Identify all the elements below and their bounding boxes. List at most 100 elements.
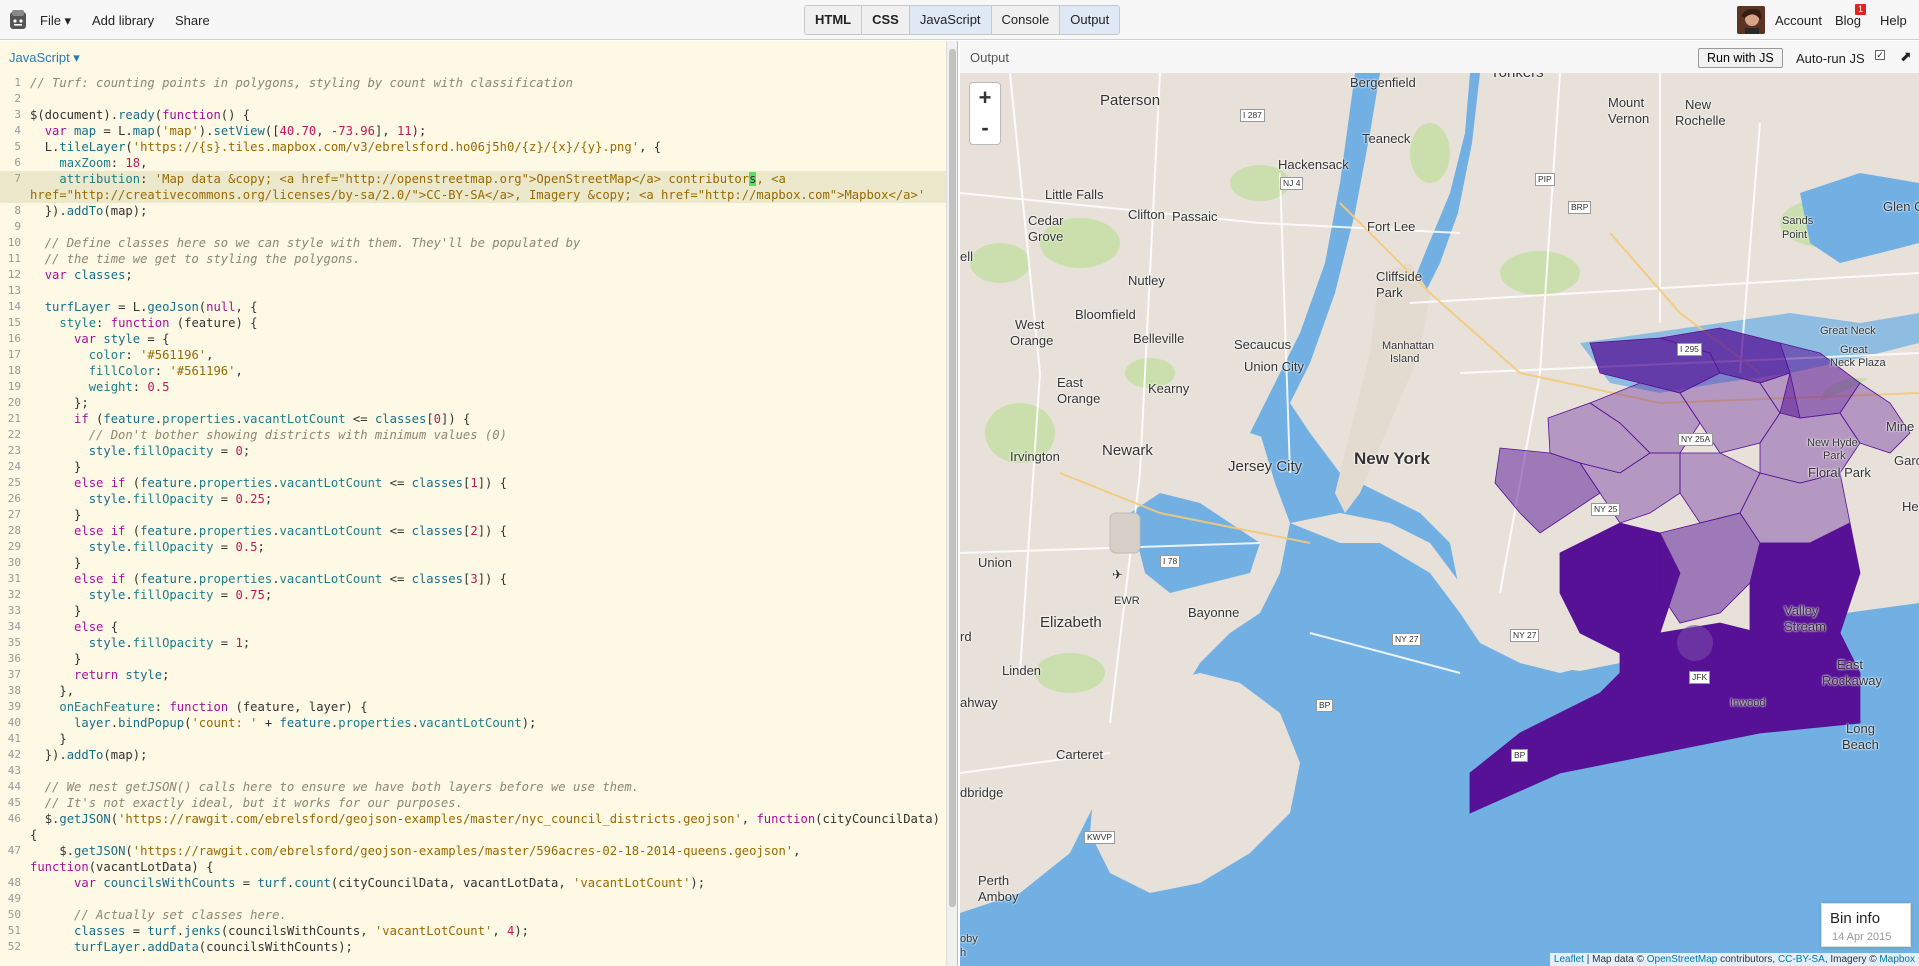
help-link[interactable]: Help [1880,13,1907,28]
osm-link[interactable]: OpenStreetMap [1647,954,1718,965]
code-line[interactable]: 10 // Define classes here so we can styl… [0,235,946,251]
code-line-text[interactable] [28,91,946,107]
add-library-menu[interactable]: Add library [92,13,154,28]
code-line[interactable]: 34 else { [0,619,946,635]
file-menu[interactable]: File ▾ [40,13,71,29]
code-line[interactable]: 32 style.fillOpacity = 0.75; [0,587,946,603]
code-line-text[interactable]: var style = { [28,331,946,347]
code-line-text[interactable]: style.fillOpacity = 0.75; [28,587,946,603]
code-line[interactable]: 36 } [0,651,946,667]
code-line[interactable]: 28 else if (feature.properties.vacantLot… [0,523,946,539]
code-line[interactable]: 45 // It's not exactly ideal, but it wor… [0,795,946,811]
code-line-text[interactable]: } [28,731,946,747]
tab-html[interactable]: HTML [805,6,863,34]
code-line-text[interactable]: turfLayer = L.geoJson(null, { [28,299,946,315]
code-line-text[interactable]: } [28,459,946,475]
code-line[interactable]: 3 $(document).ready(function() { [0,107,946,123]
code-line[interactable]: 22 // Don't bother showing districts wit… [0,427,946,443]
code-line-text[interactable]: } [28,603,946,619]
code-line[interactable]: 24 } [0,459,946,475]
code-line[interactable]: 26 style.fillOpacity = 0.25; [0,491,946,507]
code-line-text[interactable]: // Actually set classes here. [28,907,946,923]
code-line-text[interactable]: } [28,507,946,523]
code-line[interactable]: 23 style.fillOpacity = 0; [0,443,946,459]
code-line-text[interactable] [28,763,946,779]
blog-link[interactable]: Blog [1835,13,1861,28]
code-line-text[interactable]: weight: 0.5 [28,379,946,395]
code-line-text[interactable]: L.tileLayer('https://{s}.tiles.mapbox.co… [28,139,946,155]
license-link[interactable]: CC-BY-SA [1778,954,1825,965]
code-line[interactable]: 42 }).addTo(map); [0,747,946,763]
code-line-text[interactable]: $.getJSON('https://rawgit.com/ebrelsford… [28,843,946,875]
zoom-out-button[interactable]: - [969,113,1001,145]
zoom-in-button[interactable]: + [969,82,1001,114]
code-line-text[interactable]: // Define classes here so we can style w… [28,235,946,251]
code-line-text[interactable]: return style; [28,667,946,683]
code-line[interactable]: 12 var classes; [0,267,946,283]
code-line[interactable]: 48 var councilsWithCounts = turf.count(c… [0,875,946,891]
code-line[interactable]: 38 }, [0,683,946,699]
code-line[interactable]: 6 maxZoom: 18, [0,155,946,171]
code-line-text[interactable]: style: function (feature) { [28,315,946,331]
code-line-text[interactable]: }).addTo(map); [28,203,946,219]
code-line[interactable]: 39 onEachFeature: function (feature, lay… [0,699,946,715]
code-line[interactable]: 11 // the time we get to styling the pol… [0,251,946,267]
leaflet-link[interactable]: Leaflet [1554,954,1584,965]
code-line[interactable]: 27 } [0,507,946,523]
code-line-text[interactable]: style.fillOpacity = 0.25; [28,491,946,507]
code-line-text[interactable]: fillColor: '#561196', [28,363,946,379]
code-line[interactable]: 35 style.fillOpacity = 1; [0,635,946,651]
code-line-text[interactable]: maxZoom: 18, [28,155,946,171]
code-line[interactable]: 4 var map = L.map('map').setView([40.70,… [0,123,946,139]
editor-language-selector[interactable]: JavaScript ▾ [9,50,80,66]
code-line-text[interactable]: else if (feature.properties.vacantLotCou… [28,571,946,587]
code-line[interactable]: 5 L.tileLayer('https://{s}.tiles.mapbox.… [0,139,946,155]
code-line-text[interactable]: color: '#561196', [28,347,946,363]
code-line[interactable]: 49 [0,891,946,907]
expand-icon[interactable]: ⬈ [1900,48,1912,65]
code-line-text[interactable]: attribution: 'Map data &copy; <a href="h… [28,171,946,203]
code-line-text[interactable]: var map = L.map('map').setView([40.70, -… [28,123,946,139]
code-line[interactable]: 19 weight: 0.5 [0,379,946,395]
code-line-text[interactable]: onEachFeature: function (feature, layer)… [28,699,946,715]
code-line[interactable]: 7 attribution: 'Map data &copy; <a href=… [0,171,946,203]
tab-css[interactable]: CSS [862,6,910,34]
account-link[interactable]: Account [1775,13,1822,28]
code-line-text[interactable]: style.fillOpacity = 0.5; [28,539,946,555]
code-line-text[interactable]: style.fillOpacity = 0; [28,443,946,459]
code-line-text[interactable]: var councilsWithCounts = turf.count(city… [28,875,946,891]
code-line[interactable]: 14 turfLayer = L.geoJson(null, { [0,299,946,315]
code-line[interactable]: 30 } [0,555,946,571]
code-line[interactable]: 46 $.getJSON('https://rawgit.com/ebrelsf… [0,811,946,843]
code-line[interactable]: 21 if (feature.properties.vacantLotCount… [0,411,946,427]
code-line-text[interactable]: // the time we get to styling the polygo… [28,251,946,267]
avatar[interactable] [1737,6,1765,34]
code-line[interactable]: 18 fillColor: '#561196', [0,363,946,379]
code-line[interactable]: 8 }).addTo(map); [0,203,946,219]
code-line-text[interactable]: // We nest getJSON() calls here to ensur… [28,779,946,795]
code-line[interactable]: 31 else if (feature.properties.vacantLot… [0,571,946,587]
code-line[interactable]: 44 // We nest getJSON() calls here to en… [0,779,946,795]
code-line[interactable]: 52 turfLayer.addData(councilsWithCounts)… [0,939,946,955]
code-line-text[interactable]: turfLayer.addData(councilsWithCounts); [28,939,946,955]
code-line-text[interactable] [28,283,946,299]
run-with-js-button[interactable]: Run with JS [1698,48,1783,68]
code-line-text[interactable]: // Don't bother showing districts with m… [28,427,946,443]
code-line-text[interactable]: } [28,651,946,667]
code-line-text[interactable]: }).addTo(map); [28,747,946,763]
code-area[interactable]: 1 // Turf: counting points in polygons, s… [0,75,946,955]
code-line[interactable]: 29 style.fillOpacity = 0.5; [0,539,946,555]
code-line-text[interactable]: }, [28,683,946,699]
code-line-text[interactable]: if (feature.properties.vacantLotCount <=… [28,411,946,427]
code-line[interactable]: 2 [0,91,946,107]
share-menu[interactable]: Share [175,13,210,28]
auto-run-checkbox[interactable]: ✓ [1875,50,1885,60]
javascript-editor-panel[interactable]: JavaScript ▾ 1 // Turf: counting points i… [0,41,958,966]
code-line[interactable]: 43 [0,763,946,779]
bin-info-panel[interactable]: Bin info 14 Apr 2015 [1821,903,1911,947]
code-line[interactable]: 20 }; [0,395,946,411]
code-line-text[interactable]: // Turf: counting points in polygons, st… [28,75,946,91]
code-line-text[interactable]: $.getJSON('https://rawgit.com/ebrelsford… [28,811,946,843]
code-line-text[interactable]: classes = turf.jenks(councilsWithCounts,… [28,923,946,939]
editor-scrollbar[interactable] [946,41,957,966]
